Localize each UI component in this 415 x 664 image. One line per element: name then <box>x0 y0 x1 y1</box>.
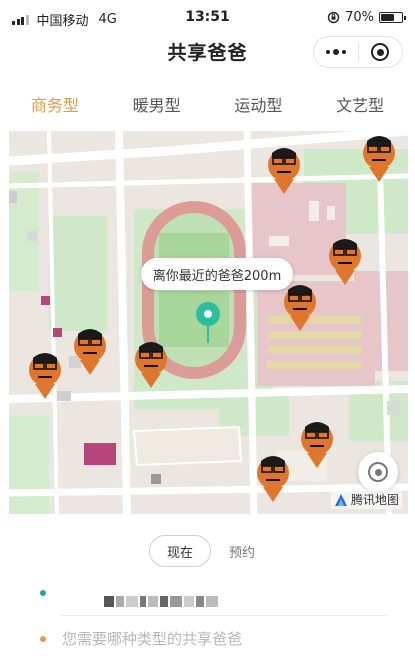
status-bar: 中国移动 4G 13:51 70% <box>0 0 415 36</box>
destination-dot <box>40 636 46 642</box>
mini-program-capsule <box>313 36 403 68</box>
now-button[interactable]: 现在 <box>149 535 211 567</box>
dad-avatar-marker[interactable] <box>70 324 110 376</box>
app-screen: 中国移动 4G 13:51 70% 共享爸爸 商务型 暖男型 运动型 文艺型 离… <box>0 0 415 664</box>
nav-bar: 共享爸爸 <box>0 36 415 70</box>
tab-sporty[interactable]: 运动型 <box>230 90 286 118</box>
dad-avatar-marker[interactable] <box>325 234 365 286</box>
dad-avatar-marker[interactable] <box>359 131 399 183</box>
tab-artsy[interactable]: 文艺型 <box>332 90 388 118</box>
tab-warm[interactable]: 暖男型 <box>129 90 185 118</box>
dad-avatar-marker[interactable] <box>264 143 304 195</box>
type-tabs: 商务型 暖男型 运动型 文艺型 <box>0 90 415 118</box>
dad-avatar-marker[interactable] <box>297 417 337 469</box>
locate-icon <box>368 462 388 482</box>
locate-me-button[interactable] <box>358 452 398 492</box>
tab-business[interactable]: 商务型 <box>27 90 83 118</box>
schedule-button[interactable]: 预约 <box>222 535 262 567</box>
battery-icon <box>379 12 406 23</box>
close-mini-program-icon[interactable] <box>359 37 403 67</box>
more-menu-icon[interactable] <box>314 37 358 67</box>
dad-avatar-marker[interactable] <box>253 451 293 503</box>
dad-avatar-marker[interactable] <box>25 348 65 400</box>
status-right: 70% <box>327 10 406 25</box>
origin-dot <box>40 590 46 596</box>
dad-avatar-marker[interactable] <box>131 337 171 389</box>
origin-address-blurred <box>104 592 220 611</box>
rotation-lock-icon <box>327 11 340 24</box>
destination-row[interactable]: 您需要哪种类型的共享爸爸 <box>0 626 415 656</box>
map-provider-name: 腾讯地图 <box>350 493 399 507</box>
row-divider <box>60 615 387 616</box>
current-location-pin-icon <box>196 302 220 343</box>
map-provider-logo: 腾讯地图 <box>330 490 402 509</box>
dad-avatar-marker[interactable] <box>280 280 320 332</box>
origin-row[interactable] <box>0 578 415 618</box>
nearest-dad-callout: 离你最近的爸爸200m <box>141 258 293 290</box>
destination-placeholder: 您需要哪种类型的共享爸爸 <box>62 630 243 648</box>
battery-percent: 70% <box>345 10 374 25</box>
map-view[interactable]: 离你最近的爸爸200m 腾讯地图 <box>9 131 408 514</box>
time-toggle: 现在 预约 <box>0 533 415 569</box>
tencent-map-logo-icon <box>334 493 347 506</box>
